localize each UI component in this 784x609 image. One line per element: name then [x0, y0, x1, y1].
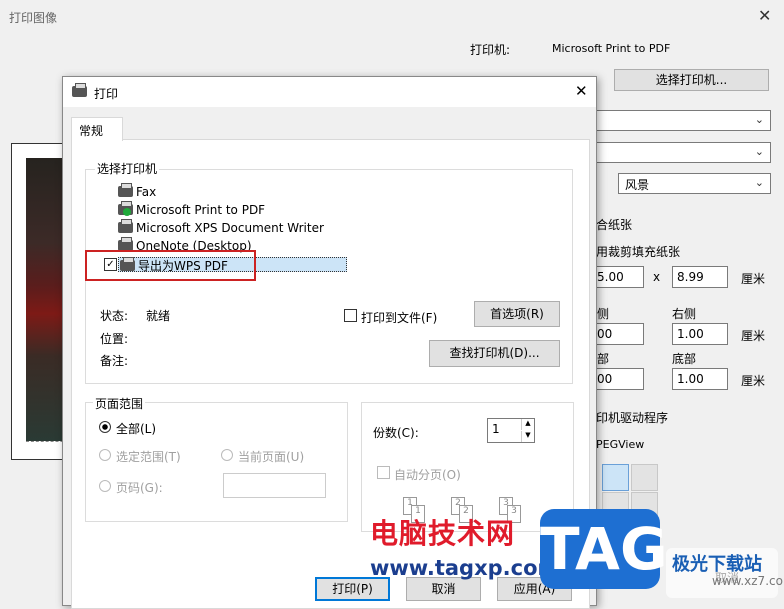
crop-fill-option[interactable]: 用裁剪填充纸张: [596, 243, 680, 260]
current-page-radio[interactable]: [221, 449, 233, 461]
paper-size-combo[interactable]: ⌄: [596, 110, 771, 131]
spin-up-icon[interactable]: ▲: [521, 419, 534, 430]
selection-label: 选定范围(T): [116, 450, 181, 464]
selection-radio[interactable]: [99, 449, 111, 461]
print-dialog: 打印 ✕ 常规 选择打印机 Fax Microsoft Print to PDF…: [62, 76, 597, 609]
select-printer-heading: 选择打印机: [95, 160, 160, 177]
unit-label: 厘米: [741, 272, 766, 286]
layout-cell-selected[interactable]: [602, 464, 629, 491]
cancel-button[interactable]: 取消: [406, 577, 481, 601]
copies-label: 份数(C):: [373, 426, 419, 440]
margin-right-field[interactable]: 1.00: [672, 323, 728, 345]
status-label: 状态:: [100, 309, 129, 323]
find-printer-button[interactable]: 查找打印机(D)...: [429, 340, 560, 367]
orientation-value: 风景: [625, 178, 650, 192]
margin-top-field[interactable]: 00: [592, 368, 644, 390]
spin-down-icon[interactable]: ▼: [521, 431, 534, 442]
chevron-down-icon: ⌄: [754, 113, 764, 126]
pages-radio[interactable]: [99, 480, 111, 492]
tab-general[interactable]: 常规: [71, 117, 123, 141]
print-to-file-checkbox[interactable]: [344, 309, 357, 322]
print-button[interactable]: 打印(P): [315, 577, 390, 601]
printer-item-xps[interactable]: Microsoft XPS Document Writer: [118, 219, 324, 235]
margin-left-label: 侧: [597, 307, 610, 321]
all-label: 全部(L): [116, 422, 157, 436]
collate-label: 自动分页(O): [394, 468, 461, 482]
pages-label: 页码(G):: [116, 481, 163, 495]
select-printer-button[interactable]: 选择打印机...: [614, 69, 769, 91]
width-field[interactable]: 5.00: [592, 266, 644, 288]
margin-right-label: 右侧: [672, 307, 697, 321]
page-range-heading: 页面范围: [93, 395, 146, 412]
driver-label: 印机驱动程序: [596, 411, 669, 425]
paper-source-combo[interactable]: ⌄: [596, 142, 771, 163]
dialog-titlebar: 打印 ✕: [63, 77, 596, 107]
default-printer-icon: [123, 208, 131, 216]
printer-name: Microsoft Print to PDF: [552, 42, 671, 55]
margin-top-label: 部: [597, 352, 610, 366]
unit-label: 厘米: [741, 329, 766, 343]
times-sign: x: [653, 270, 661, 284]
printer-icon: [72, 83, 88, 97]
status-value: 就绪: [146, 309, 171, 323]
site-url: www.xz7.com: [712, 574, 784, 588]
printer-icon: [118, 219, 133, 233]
dialog-close-icon[interactable]: ✕: [575, 82, 588, 100]
preferences-button[interactable]: 首选项(R): [474, 301, 560, 327]
window-title: 打印图像: [9, 11, 58, 25]
comment-label: 备注:: [100, 354, 129, 368]
unit-label: 厘米: [741, 374, 766, 388]
watermark-cn: 电脑技术网: [370, 517, 516, 550]
printer-label: 打印机:: [470, 43, 511, 57]
dialog-title: 打印: [94, 87, 119, 101]
margin-bottom-field[interactable]: 1.00: [672, 368, 728, 390]
collate-checkbox[interactable]: [377, 466, 390, 479]
location-label: 位置:: [100, 332, 129, 346]
printer-icon: [118, 183, 133, 197]
layout-cell[interactable]: [631, 464, 658, 491]
margin-left-field[interactable]: 00: [592, 323, 644, 345]
height-field[interactable]: 8.99: [672, 266, 728, 288]
printer-item-fax[interactable]: Fax: [118, 183, 156, 199]
tag-logo: TAG: [540, 509, 668, 589]
driver-name: PEGView: [596, 438, 645, 451]
fit-paper-option[interactable]: 合纸张: [596, 216, 632, 233]
chevron-down-icon: ⌄: [754, 176, 764, 189]
all-radio[interactable]: [99, 421, 111, 433]
margin-bottom-label: 底部: [672, 352, 697, 366]
watermark-url: www.tagxp.com: [370, 556, 560, 580]
highlight-box: [85, 250, 256, 281]
site-logo: 极光下载站: [672, 554, 762, 575]
window-close-icon[interactable]: ✕: [758, 6, 771, 25]
print-to-file-label: 打印到文件(F): [361, 311, 438, 325]
pages-input[interactable]: [223, 473, 326, 498]
current-page-label: 当前页面(U): [238, 450, 305, 464]
chevron-down-icon: ⌄: [754, 145, 764, 158]
orientation-combo[interactable]: 风景 ⌄: [618, 173, 771, 194]
printer-item-ms-pdf[interactable]: Microsoft Print to PDF: [118, 201, 265, 217]
